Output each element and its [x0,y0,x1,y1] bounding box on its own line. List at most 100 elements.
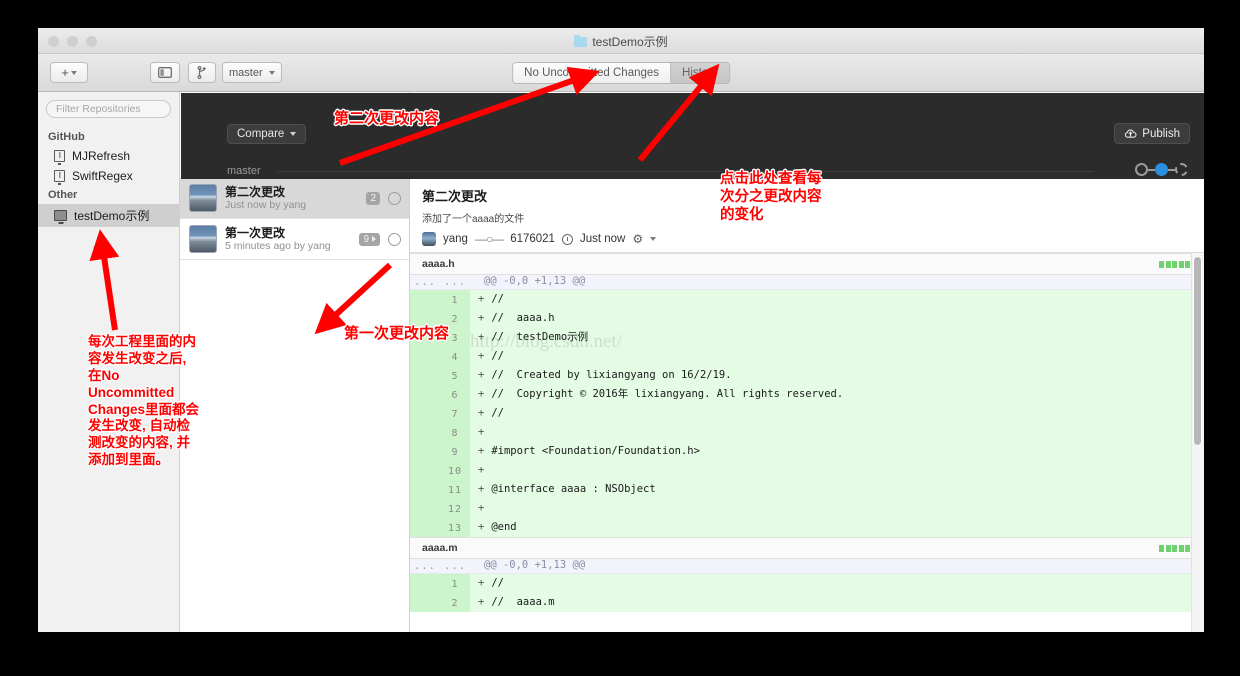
new-branch-button[interactable] [188,62,216,83]
diff-hunk-header: ... ... @@ -0,0 +1,13 @@ [410,275,1204,290]
diff-line: 4 +// [410,347,1204,366]
diff-line-new-number: 8 [440,423,470,442]
window-title: testDemo示例 [38,33,1204,50]
diff-line-old-number [410,442,440,461]
diff-line: 5 +// Created by lixiangyang on 16/2/19. [410,366,1204,385]
commit-sha[interactable]: 6176021 [510,233,555,245]
diff-line-code: +// testDemo示例 [470,328,1204,347]
sidebar-item-label: SwiftRegex [72,169,133,183]
compare-label: Compare [237,128,285,140]
diff-line-code: + [470,461,1204,480]
filter-repositories-input[interactable]: Filter Repositories [46,100,171,118]
commit-status-circle [388,191,401,205]
commit-list-item[interactable]: 第二次更改 Just now by yang 2 [180,178,409,219]
diff-line-new-number: 12 [440,499,470,518]
sidebar-item-swiftregex[interactable]: SwiftRegex [38,166,179,186]
diff-line-old-number [410,385,440,404]
scrollbar-thumb[interactable] [1193,256,1202,446]
branch-lane-label: master [227,165,261,177]
diff-line: 13 + @end [410,518,1204,537]
diff-file-header[interactable]: aaaa.h [410,253,1204,275]
diff-scroll-area[interactable]: http://blog.csdn.net/ aaaa.h ... ... @@ … [410,253,1204,632]
diff-line: 12 + [410,499,1204,518]
diff-line-old-number [410,404,440,423]
avatar [189,184,217,212]
diff-line: 2 +// aaaa.m [410,593,1204,612]
commit-time: Just now [579,233,626,245]
chevron-down-icon[interactable] [650,237,657,241]
tab-uncommitted-changes[interactable]: No Uncommitted Changes [513,63,671,83]
annotation-second-change: 第二次更改内容 [334,110,440,127]
diff-line: 1 +// [410,574,1204,593]
commit-text: 第一次更改 5 minutes ago by yang [225,226,351,253]
branch-lane-line [277,171,1094,172]
commit-list-item[interactable]: 第一次更改 5 minutes ago by yang 9 [180,219,409,260]
folder-icon [574,34,588,47]
chevron-down-icon [290,132,297,136]
diff-line-new-number: 2 [440,593,470,612]
chevron-right-icon [372,236,376,242]
diff-line-code: +// Copyright © 2016年 lixiangyang. All r… [470,385,1204,404]
sidebar-item-label: MJRefresh [72,149,131,163]
annotation-first-change: 第一次更改内容 [344,325,450,342]
commit-badge[interactable]: 9 [359,232,380,246]
branch-selector[interactable]: master [222,62,282,83]
sidebar-item-testdemo[interactable]: testDemo示例 [38,204,179,227]
commit-sha-icon: —○— [474,232,504,246]
gear-icon[interactable]: ⚙ [632,232,643,246]
graph-link [1168,168,1175,171]
diff-line-new-number: 6 [440,385,470,404]
publish-label: Publish [1142,127,1180,140]
diff-file-header[interactable]: aaaa.m [410,537,1204,559]
diff-line-old-number [410,347,440,366]
diff-lines: 1 +//2 +// aaaa.h 3 +// testDemo示例 4 +//5 +// C… [410,290,1204,537]
diff-lines: 1 +//2 +// aaaa.m [410,574,1204,612]
commit-badge[interactable]: 2 [366,191,380,205]
graph-node-pending[interactable] [1175,163,1188,176]
diff-line-old-number [410,366,440,385]
diff-file-name: aaaa.m [422,542,458,554]
commit-list[interactable]: 第二次更改 Just now by yang 2 第一次更改 5 minutes… [180,178,409,632]
diff-line-old-number [410,499,440,518]
diff-line-code: + @interface aaaa : NSObject [470,480,1204,499]
cloud-upload-icon [1125,129,1137,138]
commit-subtitle: 5 minutes ago by yang [225,239,331,252]
commit-detail-meta: yang —○— 6176021 Just now ⚙ [422,232,1192,246]
window-title-text: testDemo示例 [592,35,668,49]
commit-badge-count: 2 [370,192,376,204]
diff-line-old-number [410,518,440,537]
commit-badge-count: 9 [363,233,369,245]
graph-node-past[interactable] [1135,163,1148,176]
diff-stat-blocks [1159,544,1190,552]
diff-line-code: +// [470,574,1204,593]
diff-line: 11 + @interface aaaa : NSObject [410,480,1204,499]
branch-create-icon [197,66,206,79]
diff-line-new-number: 1 [440,290,470,309]
compare-button[interactable]: Compare [227,124,307,144]
diff-line-new-number: 9 [440,442,470,461]
tab-history[interactable]: History [670,63,729,83]
sidebar-toggle-icon [158,67,172,78]
avatar [422,232,436,246]
hunk-old-gutter: ... [414,276,436,288]
book-icon [54,150,65,165]
graph-node-current[interactable] [1155,163,1168,176]
monitor-icon [54,210,67,221]
annotation-left-note: 每次工程里面的内 容发生改变之后, 在No Uncommitted Changes里面都… [88,334,200,468]
diff-line-old-number [410,290,440,309]
scrollbar-track[interactable] [1191,253,1204,632]
sidebar-item-mjrefresh[interactable]: MJRefresh [38,146,179,166]
commit-text: 第二次更改 Just now by yang [225,185,358,212]
commit-title: 第二次更改 [225,184,286,199]
chevron-down-icon [70,70,77,75]
plus-icon: + [61,65,69,80]
add-repository-button[interactable]: + [50,62,88,83]
diff-line-code: + #import <Foundation/Foundation.h> [470,442,1204,461]
publish-button[interactable]: Publish [1114,123,1190,144]
clock-icon [561,233,573,245]
hunk-range: @@ -0,0 +1,13 @@ [484,559,586,571]
history-toolbar: Compare master Publish [181,93,1204,179]
diff-line-old-number [410,461,440,480]
sidebar-toggle-button[interactable] [150,62,180,83]
graph-link [1148,168,1155,171]
